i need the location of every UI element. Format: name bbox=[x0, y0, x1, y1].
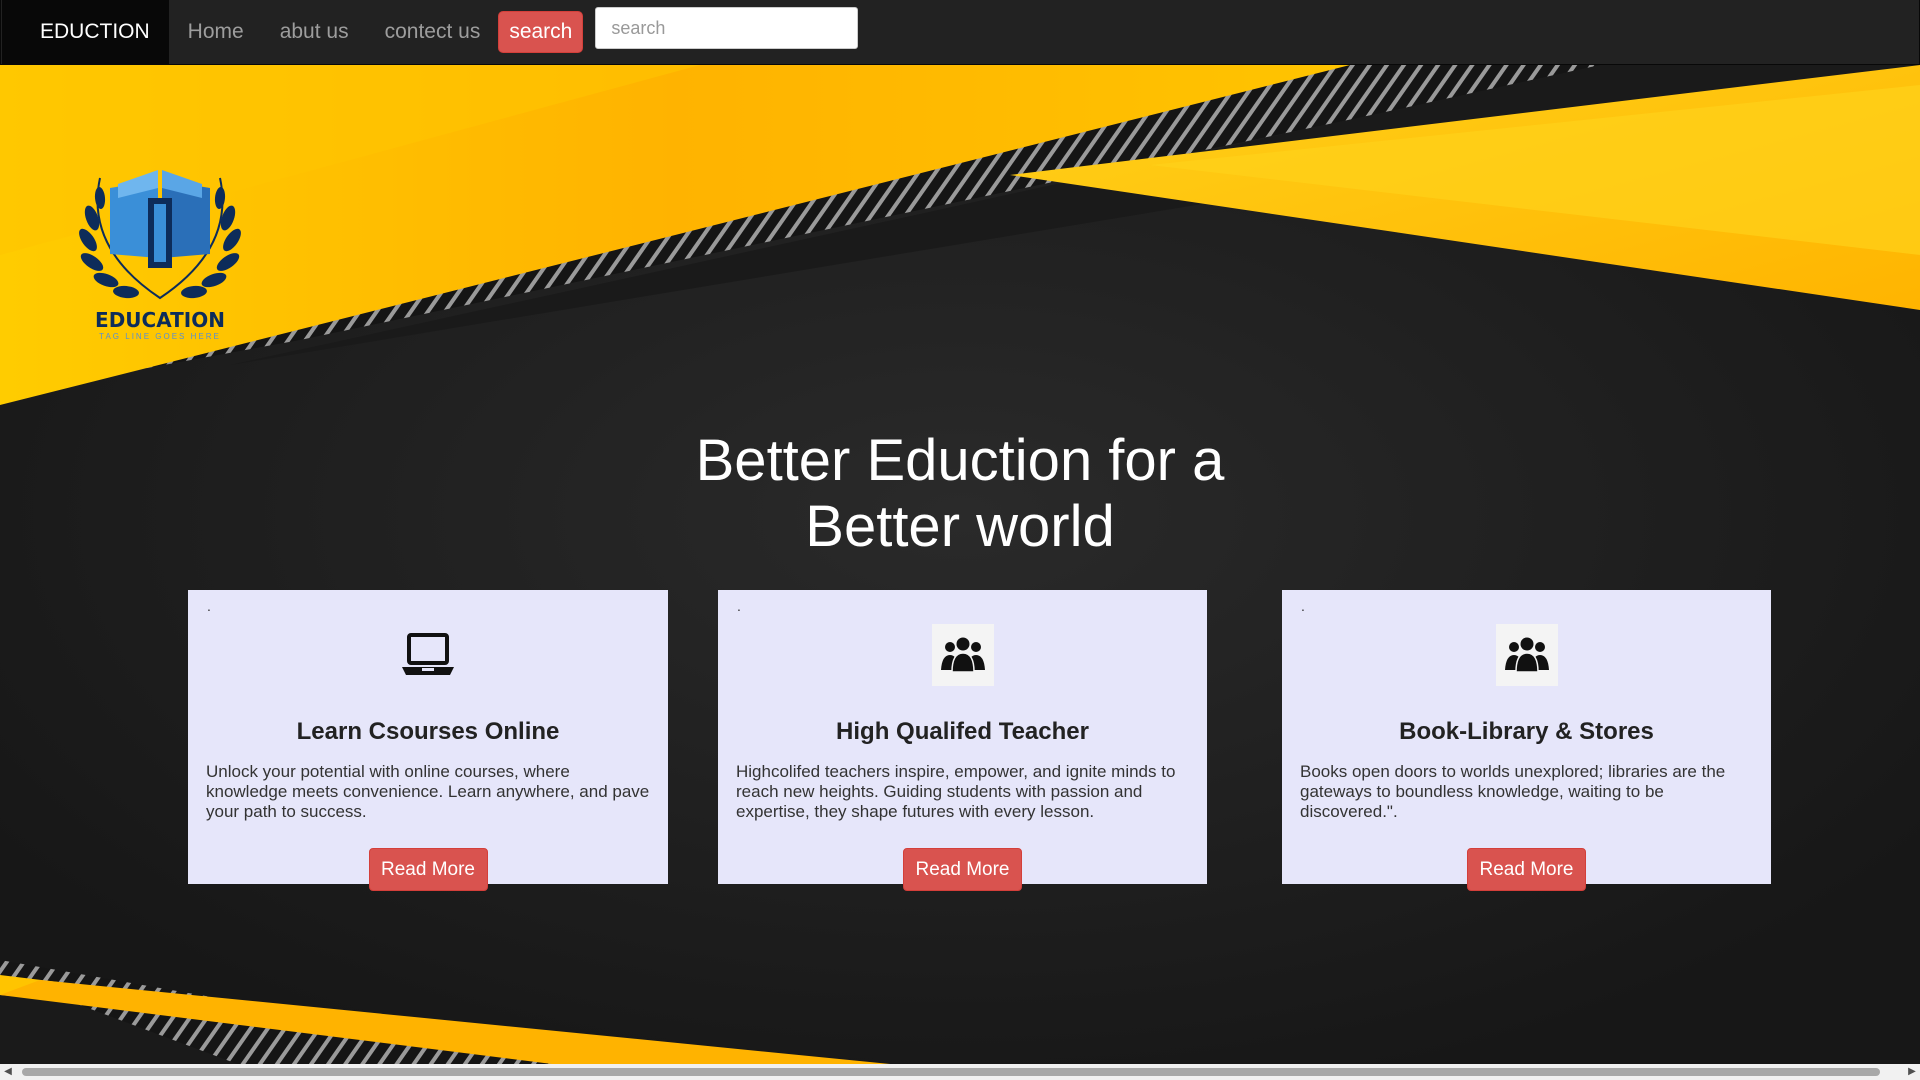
headline-line-1: Better Eduction for a bbox=[695, 428, 1225, 493]
card-text: Books open doors to worlds unexplored; l… bbox=[1300, 762, 1726, 821]
scroll-left-icon[interactable]: ◀ bbox=[0, 1064, 16, 1080]
open-book-laurel-icon bbox=[79, 170, 241, 300]
hero-section bbox=[0, 65, 1920, 1065]
top-navbar: EDUCTION Home abut us contect us search bbox=[0, 0, 1920, 65]
horizontal-scrollbar[interactable]: ◀ ▶ bbox=[0, 1064, 1920, 1080]
brand-link[interactable]: EDUCTION bbox=[2, 0, 169, 64]
headline-line-2: Better world bbox=[805, 494, 1115, 559]
card-title: High Qualifed Teacher bbox=[836, 718, 1089, 745]
read-more-button[interactable]: Read More bbox=[368, 848, 488, 891]
hero-headline: Better Eduction for a Better world bbox=[560, 428, 1360, 560]
card-text: Highcolifed teachers inspire, empower, a… bbox=[736, 762, 1176, 821]
group-icon bbox=[1495, 624, 1558, 686]
read-more-button[interactable]: Read More bbox=[1467, 848, 1586, 891]
laptop-icon bbox=[397, 624, 459, 686]
feature-card-teachers: . High Qualifed Teacher Highcolifed teac… bbox=[718, 590, 1207, 891]
card-marker: . bbox=[1301, 598, 1305, 614]
card-marker: . bbox=[207, 598, 211, 614]
scroll-right-icon[interactable]: ▶ bbox=[1904, 1064, 1920, 1080]
logo-title: EDUCATION bbox=[95, 308, 225, 332]
search-button[interactable]: search bbox=[498, 11, 584, 53]
nav-about-link[interactable]: abut us bbox=[262, 20, 367, 44]
nav-contact-link[interactable]: contect us bbox=[367, 20, 499, 44]
logo-tagline: TAG LINE GOES HERE bbox=[99, 332, 221, 341]
card-text: Unlock your potential with online course… bbox=[206, 762, 650, 821]
scrollbar-thumb[interactable] bbox=[22, 1068, 1880, 1076]
card-marker: . bbox=[737, 598, 741, 614]
nav-home-link[interactable]: Home bbox=[169, 20, 262, 44]
card-title: Learn Csourses Online bbox=[296, 718, 560, 745]
hero-background bbox=[0, 65, 1920, 1065]
card-title: Book-Library & Stores bbox=[1399, 718, 1654, 745]
read-more-button[interactable]: Read More bbox=[903, 848, 1022, 891]
search-input[interactable] bbox=[595, 7, 859, 49]
feature-card-library: . Book-Library & Stores Books open doors… bbox=[1282, 590, 1771, 891]
feature-card-courses: . Learn Csourses Online Unlock your pote… bbox=[188, 590, 668, 891]
education-logo: EDUCATION TAG LINE GOES HERE bbox=[70, 158, 250, 344]
group-icon bbox=[931, 624, 994, 686]
